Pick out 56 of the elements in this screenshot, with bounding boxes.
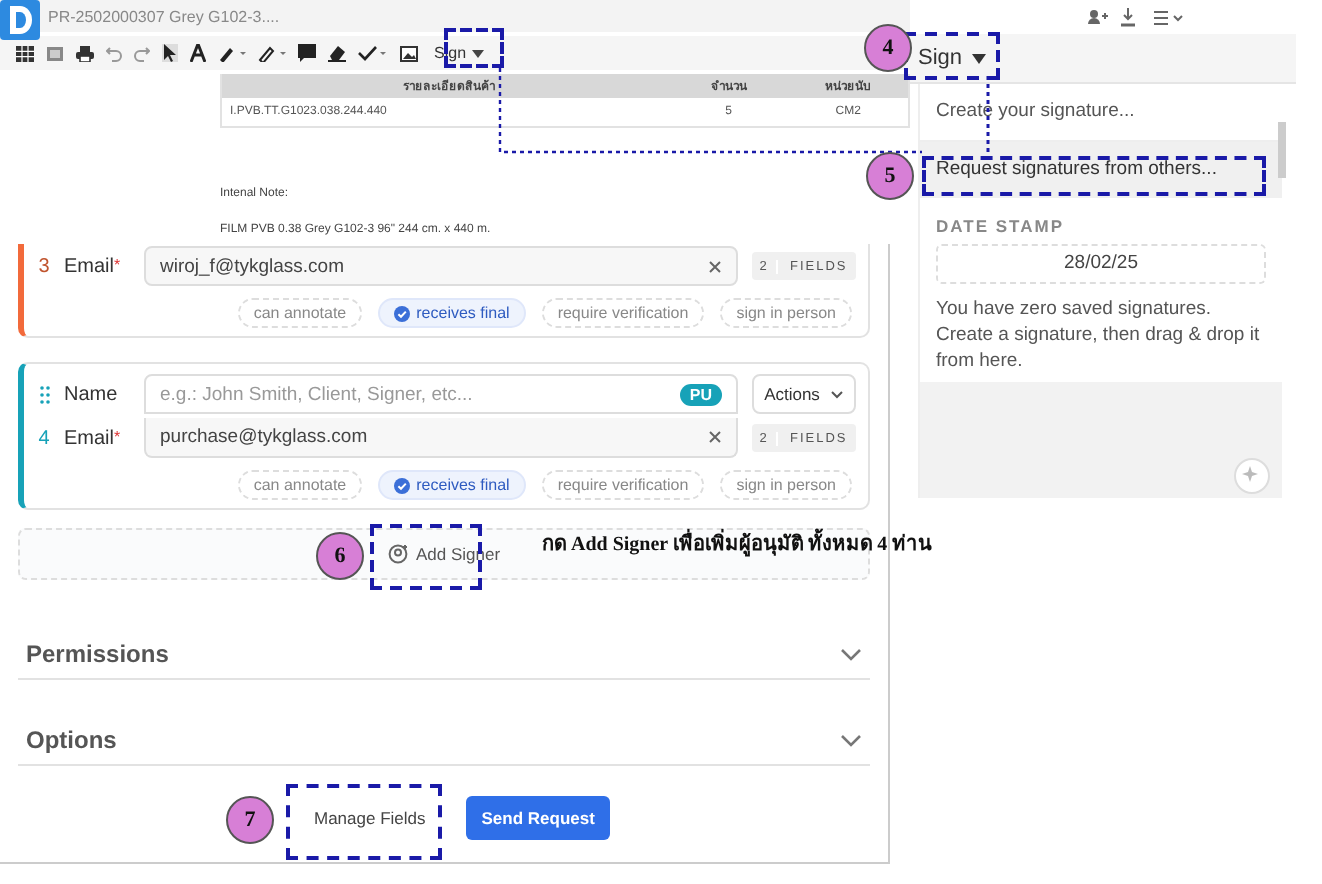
drag-handle-icon[interactable] bbox=[39, 385, 49, 403]
signatures-message: You have zero saved signatures. Create a signature, then drag & drop it from here. bbox=[936, 296, 1262, 374]
image-icon[interactable] bbox=[400, 45, 418, 61]
menu-item[interactable]: Request signatures from others... bbox=[920, 140, 1282, 198]
document-title: PR-2502000307 Grey G102-3.... bbox=[48, 7, 280, 25]
instruction-text: กด Add Signer เพื่อเพิ่มผู้อนุมัติ ทั้งหมด 4 ท่าน bbox=[542, 528, 933, 558]
option-toggle[interactable]: receives final bbox=[378, 470, 526, 500]
clear-icon[interactable] bbox=[708, 259, 722, 273]
signer-number: 4 bbox=[38, 427, 50, 449]
scrollbar[interactable] bbox=[1278, 122, 1286, 178]
pointer-icon[interactable] bbox=[162, 44, 178, 62]
add-signer-button[interactable]: Add Signer bbox=[381, 538, 507, 570]
email-label: Email* bbox=[64, 255, 123, 277]
chevron-icon bbox=[840, 647, 862, 661]
option-toggle[interactable]: require verification bbox=[541, 470, 705, 500]
section-header[interactable]: Permissions bbox=[18, 636, 870, 680]
checkmark-icon[interactable] bbox=[358, 44, 388, 62]
undo-icon[interactable] bbox=[106, 45, 122, 61]
option-toggle[interactable]: receives final bbox=[378, 298, 526, 328]
option-toggle[interactable]: can annotate bbox=[237, 470, 363, 500]
step-number-marker: 7 bbox=[226, 796, 274, 844]
eraser-icon[interactable] bbox=[328, 44, 346, 62]
actions-dropdown[interactable]: Actions bbox=[752, 374, 856, 414]
option-toggle[interactable]: sign in person bbox=[720, 298, 852, 328]
signer-number: 3 bbox=[38, 255, 50, 277]
initials-badge: PU bbox=[679, 383, 722, 405]
text-tool-icon[interactable] bbox=[190, 44, 206, 62]
panel-icon[interactable] bbox=[46, 45, 64, 61]
name-label: Name bbox=[64, 383, 120, 405]
option-toggle[interactable]: can annotate bbox=[237, 298, 363, 328]
chevron-icon bbox=[840, 733, 862, 747]
send-request-button[interactable]: Send Request bbox=[465, 796, 611, 840]
email-field[interactable]: purchase@tykglass.com bbox=[144, 418, 738, 458]
clear-icon[interactable] bbox=[708, 430, 722, 444]
check-circle-icon bbox=[394, 477, 411, 493]
date-stamp-field[interactable]: 28/02/25 bbox=[936, 244, 1266, 284]
download-icon[interactable] bbox=[1121, 8, 1135, 27]
sign-menu-button[interactable]: Sign bbox=[910, 42, 995, 74]
caret-icon bbox=[972, 53, 987, 63]
section-header[interactable]: Options bbox=[18, 722, 870, 766]
email-label: Email* bbox=[64, 427, 123, 449]
date-stamp-heading: DATE STAMP bbox=[936, 216, 1066, 236]
email-field[interactable]: wiroj_f@tykglass.com bbox=[144, 246, 738, 286]
option-toggle[interactable]: require verification bbox=[541, 298, 705, 328]
pen-icon[interactable] bbox=[218, 44, 246, 62]
check-circle-icon bbox=[394, 305, 411, 321]
chevron-down-icon bbox=[829, 389, 844, 399]
comment-icon[interactable] bbox=[298, 44, 316, 62]
print-icon[interactable] bbox=[76, 45, 94, 61]
grid-icon[interactable] bbox=[16, 45, 34, 61]
option-toggle[interactable]: sign in person bbox=[720, 470, 852, 500]
menu-item[interactable]: Create your signature... bbox=[920, 84, 1282, 140]
highlighter-icon[interactable] bbox=[258, 44, 286, 62]
caret-icon bbox=[472, 49, 485, 57]
menu-icon[interactable] bbox=[1153, 11, 1183, 25]
redo-icon[interactable] bbox=[134, 45, 150, 61]
